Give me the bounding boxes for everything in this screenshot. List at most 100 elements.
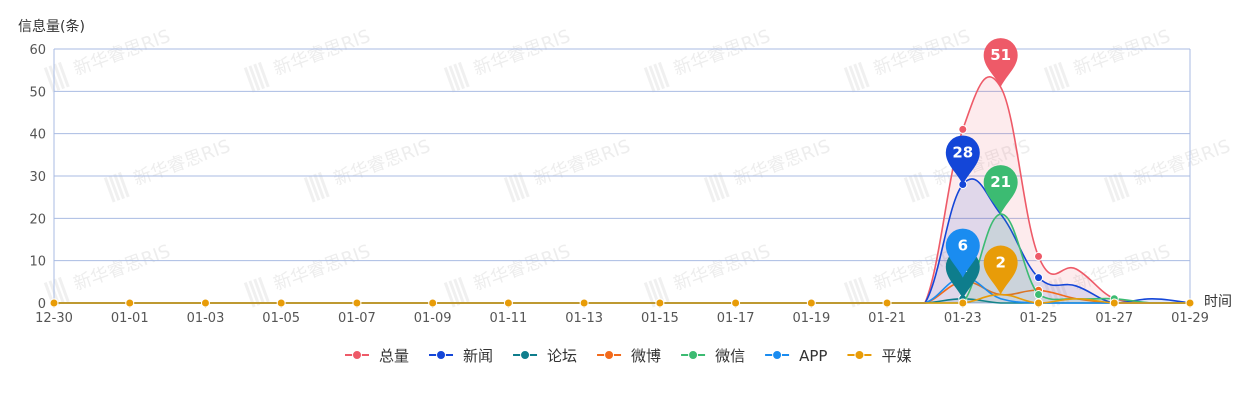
x-tick-label: 01-15 xyxy=(641,311,679,326)
watermark-item: 新华睿思RIS xyxy=(103,136,233,203)
watermark-item: 新华睿思RIS xyxy=(643,241,773,308)
watermark-item: 新华睿思RIS xyxy=(43,241,173,308)
x-tick-label: 01-13 xyxy=(565,311,603,326)
watermark-item: 新华睿思RIS xyxy=(643,26,773,93)
legend-item-微信[interactable]: 微信 xyxy=(681,347,745,365)
y-tick-label: 20 xyxy=(29,212,46,227)
data-point-微信 xyxy=(1034,290,1044,300)
legend-symbol xyxy=(604,350,615,360)
plot-area xyxy=(49,76,1195,308)
y-axis-label: 信息量(条) xyxy=(18,18,85,35)
legend-symbol xyxy=(520,350,531,360)
pin-label: 21 xyxy=(990,173,1011,191)
watermark-text: 新华睿思RIS xyxy=(131,136,233,190)
watermark-item: 新华睿思RIS xyxy=(243,241,373,308)
x-tick-label: 01-27 xyxy=(1095,311,1133,326)
watermark-text: 新华睿思RIS xyxy=(671,26,773,80)
watermark-text: 新华睿思RIS xyxy=(71,26,173,80)
watermark-item: 新华睿思RIS xyxy=(1043,26,1173,93)
data-point-平媒 xyxy=(352,298,362,308)
legend-label: APP xyxy=(799,347,827,365)
x-tick-label: 01-11 xyxy=(490,311,528,326)
legend-symbol xyxy=(352,350,362,360)
legend-item-总量[interactable]: 总量 xyxy=(345,347,409,365)
legend-item-微博[interactable]: 微博 xyxy=(597,347,661,365)
legend-item-新闻[interactable]: 新闻 xyxy=(429,347,493,365)
watermark-text: 新华睿思RIS xyxy=(671,241,773,295)
watermark-item: 新华睿思RIS xyxy=(503,136,633,203)
data-point-总量 xyxy=(958,124,968,134)
watermark-item: 新华睿思RIS xyxy=(1103,136,1233,203)
legend-label: 微信 xyxy=(715,347,745,365)
data-point-平媒 xyxy=(1185,298,1195,308)
data-point-平媒 xyxy=(125,298,135,308)
watermark-layer: 新华睿思RIS 新华睿思RIS 新华睿思RIS 新华睿思RIS 新华睿思RIS 新华睿思R… xyxy=(43,26,1233,308)
watermark-text: 新华睿思RIS xyxy=(71,241,173,295)
watermark-text: 新华睿思RIS xyxy=(871,26,973,80)
data-point-平媒 xyxy=(503,298,513,308)
y-tick-label: 40 xyxy=(29,128,46,143)
x-tick-label: 01-21 xyxy=(868,311,906,326)
watermark-text: 新华睿思RIS xyxy=(731,136,833,190)
data-point-平媒 xyxy=(579,298,589,308)
y-tick-label: 50 xyxy=(29,85,46,100)
watermark-text: 新华睿思RIS xyxy=(271,241,373,295)
pin-label: 51 xyxy=(990,46,1011,64)
legend-item-平媒[interactable]: 平媒 xyxy=(847,347,911,365)
watermark-text: 新华睿思RIS xyxy=(531,136,633,190)
x-tick-label: 01-25 xyxy=(1020,311,1058,326)
data-point-平媒 xyxy=(731,298,741,308)
data-point-平媒 xyxy=(200,298,210,308)
legend-label: 平媒 xyxy=(881,347,911,365)
x-tick-label: 01-17 xyxy=(717,311,755,326)
data-point-平媒 xyxy=(806,298,816,308)
x-tick-label: 01-01 xyxy=(111,311,149,326)
y-tick-label: 10 xyxy=(29,255,46,270)
legend-item-论坛[interactable]: 论坛 xyxy=(513,347,577,365)
data-point-平媒 xyxy=(655,298,665,308)
watermark-item: 新华睿思RIS xyxy=(703,136,833,203)
pin-label: 2 xyxy=(995,254,1005,272)
watermark-item: 新华睿思RIS xyxy=(243,26,373,93)
pin-label: 28 xyxy=(952,143,973,161)
legend-symbol xyxy=(436,350,447,360)
data-point-平媒 xyxy=(1109,298,1119,308)
legend: 总量 新闻 论坛 微博 微信 APP 平媒 xyxy=(345,347,911,365)
info-volume-chart: 新华睿思RIS 新华睿思RIS 新华睿思RIS 新华睿思RIS 新华睿思RIS 新华睿思R… xyxy=(18,18,1233,365)
x-axis-label: 时间 xyxy=(1204,294,1232,310)
watermark-text: 新华睿思RIS xyxy=(1071,26,1173,80)
data-point-平媒 xyxy=(882,298,892,308)
data-point-平媒 xyxy=(958,298,968,308)
legend-symbol xyxy=(854,350,865,360)
data-point-平媒 xyxy=(1034,298,1044,308)
y-tick-label: 30 xyxy=(29,170,46,185)
legend-label: 微博 xyxy=(631,347,661,365)
legend-label: 论坛 xyxy=(547,347,577,365)
x-tick-label: 01-23 xyxy=(944,311,982,326)
legend-symbol xyxy=(772,350,783,360)
x-tick-label: 01-09 xyxy=(414,311,452,326)
watermark-item: 新华睿思RIS xyxy=(443,26,573,93)
legend-label: 总量 xyxy=(379,347,409,365)
x-tick-label: 01-05 xyxy=(262,311,300,326)
watermark-item: 新华睿思RIS xyxy=(843,26,973,93)
watermark-text: 新华睿思RIS xyxy=(471,241,573,295)
x-tick-label: 01-03 xyxy=(187,311,225,326)
watermark-text: 新华睿思RIS xyxy=(471,26,573,80)
data-point-总量 xyxy=(1034,251,1044,261)
data-point-新闻 xyxy=(1034,273,1044,283)
legend-label: 新闻 xyxy=(463,347,493,365)
y-tick-label: 0 xyxy=(38,297,46,312)
legend-symbol xyxy=(688,350,699,360)
data-point-平媒 xyxy=(428,298,438,308)
legend-item-APP[interactable]: APP xyxy=(765,347,827,365)
y-tick-label: 60 xyxy=(29,43,46,58)
watermark-item: 新华睿思RIS xyxy=(303,136,433,203)
data-point-平媒 xyxy=(276,298,286,308)
data-point-平媒 xyxy=(49,298,59,308)
pin-label: 6 xyxy=(958,237,968,255)
watermark-text: 新华睿思RIS xyxy=(271,26,373,80)
watermark-text: 新华睿思RIS xyxy=(1131,136,1233,190)
watermark-item: 新华睿思RIS xyxy=(443,241,573,308)
x-tick-label: 01-07 xyxy=(338,311,376,326)
